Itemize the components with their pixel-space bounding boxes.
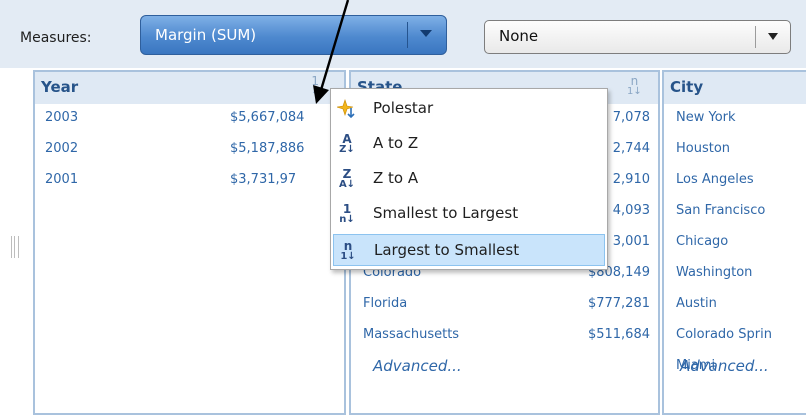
app-window: Measures: Margin (SUM) None Year 1↓ 2003… (0, 0, 806, 419)
annotation-arrow (313, 0, 350, 104)
